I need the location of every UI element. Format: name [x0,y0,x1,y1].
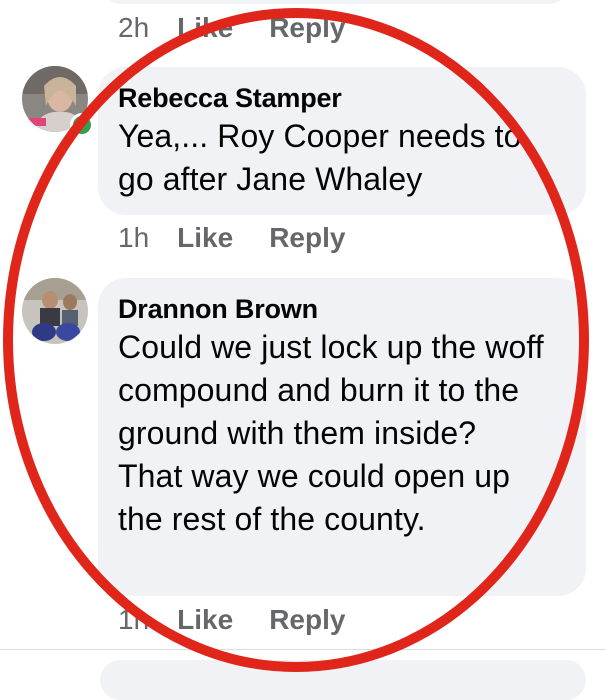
next-comment-bubble [100,660,586,700]
divider [0,649,606,650]
previous-comment-bubble [100,0,570,4]
comment-time: 1h [118,222,150,253]
comment-time: 1h [118,604,150,635]
comment-text: Yea,... Roy Cooper needs to go after Jan… [118,118,522,197]
comment-text: Could we just lock up the woff compound … [118,329,544,537]
previous-comment-actions: 2h Like Reply [118,10,345,46]
reply-button[interactable]: Reply [269,12,345,44]
comment-actions: 1h Like Reply [118,220,345,256]
like-button[interactable]: Like [177,222,233,254]
comment-author[interactable]: Drannon Brown [118,292,566,326]
reply-button[interactable]: Reply [269,604,345,636]
comment-actions: 1h Like Reply [118,602,345,638]
online-status-indicator [70,113,94,137]
comment-author[interactable]: Rebecca Stamper [118,81,566,115]
avatar[interactable] [22,278,88,344]
avatar-photo [22,278,88,344]
comment-bubble: Drannon Brown Could we just lock up the … [98,278,586,596]
like-button[interactable]: Like [177,604,233,636]
comment-bubble: Rebecca Stamper Yea,... Roy Cooper needs… [98,67,586,215]
comment-time: 2h [118,12,150,43]
reply-button[interactable]: Reply [269,222,345,254]
like-button[interactable]: Like [177,12,233,44]
